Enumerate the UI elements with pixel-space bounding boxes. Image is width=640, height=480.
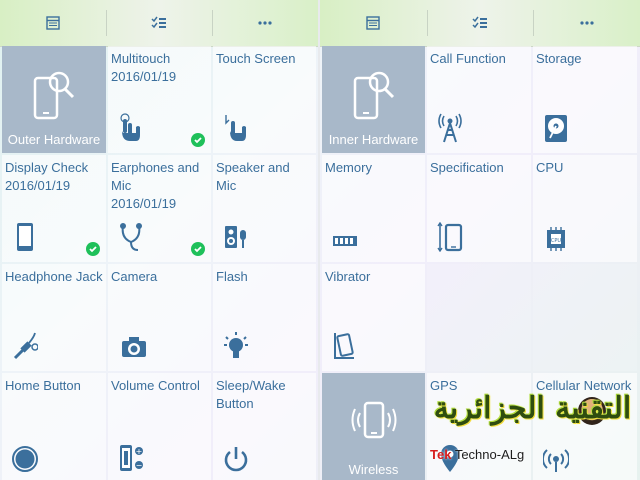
tile-inner-hardware[interactable]: Inner Hardware bbox=[322, 46, 425, 153]
tile-empty bbox=[533, 264, 637, 371]
cpu-icon: CPU bbox=[547, 227, 565, 251]
flash-bulb-icon bbox=[224, 332, 248, 358]
phone-magnifier-icon bbox=[33, 71, 75, 120]
display-phone-icon bbox=[17, 223, 33, 251]
power-icon bbox=[224, 447, 248, 472]
tile-date: 2016/01/19 bbox=[5, 178, 71, 193]
memory-chip-icon bbox=[333, 236, 357, 246]
tile-wireless[interactable]: Wireless bbox=[322, 373, 425, 480]
tile-title: CPU bbox=[536, 160, 564, 175]
tile-earphones[interactable]: Earphones and Mic 2016/01/19 bbox=[108, 155, 211, 262]
checklist-icon bbox=[151, 16, 166, 29]
multitouch-icon bbox=[120, 113, 140, 141]
tile-empty bbox=[427, 264, 531, 371]
tile-specification[interactable]: Specification bbox=[427, 155, 531, 262]
check-badge bbox=[191, 133, 205, 147]
hard-disk-icon bbox=[545, 115, 567, 142]
phone-size-icon bbox=[437, 222, 463, 252]
tile-title: GPS bbox=[430, 378, 458, 393]
phone-magnifier-icon bbox=[353, 71, 394, 120]
tile-title: Display Check 2016/01/19 bbox=[5, 159, 103, 195]
tile-title: Volume Control bbox=[111, 378, 200, 393]
earphones-icon bbox=[120, 223, 142, 251]
home-button-icon bbox=[12, 446, 38, 472]
tile-title: Multitouch 2016/01/19 bbox=[111, 50, 208, 86]
check-badge bbox=[191, 242, 205, 256]
tile-grid: Inner Hardware Call Function Storage Mem… bbox=[322, 46, 640, 480]
top-tab-bar bbox=[0, 0, 318, 47]
checklist-icon bbox=[472, 16, 487, 29]
tab-calendar[interactable] bbox=[320, 0, 427, 46]
tile-camera[interactable]: Camera bbox=[108, 264, 211, 371]
tile-title: Storage bbox=[536, 51, 582, 66]
check-icon bbox=[89, 246, 97, 253]
tile-title: Camera bbox=[111, 269, 158, 284]
svg-text:CPU: CPU bbox=[551, 238, 562, 244]
headphone-jack-icon bbox=[13, 332, 38, 360]
tile-storage[interactable]: Storage bbox=[533, 46, 637, 153]
tile-grid: Outer Hardware Multitouch 2016/01/19 Touc… bbox=[2, 46, 318, 480]
tab-calendar[interactable] bbox=[0, 0, 106, 46]
vibrate-phone-icon bbox=[334, 333, 354, 359]
tile-title: Cellular Network bbox=[536, 378, 632, 393]
tile-title: Memory bbox=[325, 160, 372, 175]
tile-memory[interactable]: Memory bbox=[322, 155, 425, 262]
tile-title: Touch Screen bbox=[216, 51, 296, 66]
calendar-table-icon bbox=[46, 16, 60, 30]
tile-cellular-network[interactable]: Cellular Network bbox=[533, 373, 637, 480]
tile-gps[interactable]: GPS bbox=[427, 373, 531, 480]
speaker-mic-icon bbox=[225, 226, 246, 248]
tile-title: Earphones and Mic 2016/01/19 bbox=[111, 159, 208, 213]
tile-title: Sleep/Wake Button bbox=[216, 378, 286, 411]
tile-title: Call Function bbox=[430, 51, 506, 66]
tile-multitouch[interactable]: Multitouch 2016/01/19 bbox=[108, 46, 211, 153]
tile-title: Specification bbox=[430, 160, 504, 175]
tab-more[interactable] bbox=[533, 0, 640, 46]
svg-text:−: − bbox=[136, 461, 143, 470]
top-tab-bar bbox=[320, 0, 640, 47]
antenna-tower-icon bbox=[438, 113, 462, 143]
tab-checklist[interactable] bbox=[106, 0, 212, 46]
calendar-table-icon bbox=[366, 16, 381, 30]
tile-title: Home Button bbox=[5, 378, 81, 393]
volume-control-icon: +− bbox=[120, 445, 143, 471]
tile-outer-hardware[interactable]: Outer Hardware bbox=[2, 46, 106, 153]
tile-title: Headphone Jack bbox=[5, 269, 103, 284]
more-dots-icon bbox=[580, 21, 594, 25]
tile-title: Speaker and Mic bbox=[216, 160, 290, 193]
gps-pin-icon bbox=[441, 445, 459, 472]
tile-volume-control[interactable]: Volume Control + − bbox=[108, 373, 211, 480]
check-badge bbox=[86, 242, 100, 256]
more-dots-icon bbox=[258, 21, 272, 25]
tile-home-button[interactable]: Home Button bbox=[2, 373, 106, 480]
touch-icon bbox=[225, 115, 246, 141]
wireless-phone-icon bbox=[351, 401, 396, 439]
tile-touch-screen[interactable]: Touch Screen bbox=[213, 46, 316, 153]
tile-label: Outer Hardware bbox=[7, 132, 101, 147]
tile-sleep-wake[interactable]: Sleep/Wake Button bbox=[213, 373, 316, 480]
tile-title: Vibrator bbox=[325, 269, 371, 284]
tile-headphone-jack[interactable]: Headphone Jack bbox=[2, 264, 106, 371]
tile-flash[interactable]: Flash bbox=[213, 264, 316, 371]
tile-label: Wireless bbox=[348, 462, 399, 477]
tile-call-function[interactable]: Call Function bbox=[427, 46, 531, 153]
check-icon bbox=[194, 246, 202, 253]
tile-speaker-mic[interactable]: Speaker and Mic bbox=[213, 155, 316, 262]
tile-date: 2016/01/19 bbox=[111, 69, 177, 84]
tile-label: Inner Hardware bbox=[328, 132, 419, 147]
inner-hardware-panel: Inner Hardware Call Function Storage Mem… bbox=[320, 0, 640, 480]
tile-cpu[interactable]: CPU CPU bbox=[533, 155, 637, 262]
outer-hardware-panel: Outer Hardware Multitouch 2016/01/19 Touc… bbox=[0, 0, 318, 480]
tab-checklist[interactable] bbox=[426, 0, 534, 46]
camera-icon bbox=[122, 337, 146, 357]
tile-date: 2016/01/19 bbox=[111, 196, 177, 211]
tab-more[interactable] bbox=[212, 0, 318, 46]
cellular-signal-icon bbox=[543, 449, 569, 472]
tile-vibrator[interactable]: Vibrator bbox=[322, 264, 425, 371]
check-icon bbox=[194, 137, 202, 144]
svg-text:+: + bbox=[136, 447, 143, 456]
tile-title: Flash bbox=[216, 269, 248, 284]
tile-display-check[interactable]: Display Check 2016/01/19 bbox=[2, 155, 106, 262]
